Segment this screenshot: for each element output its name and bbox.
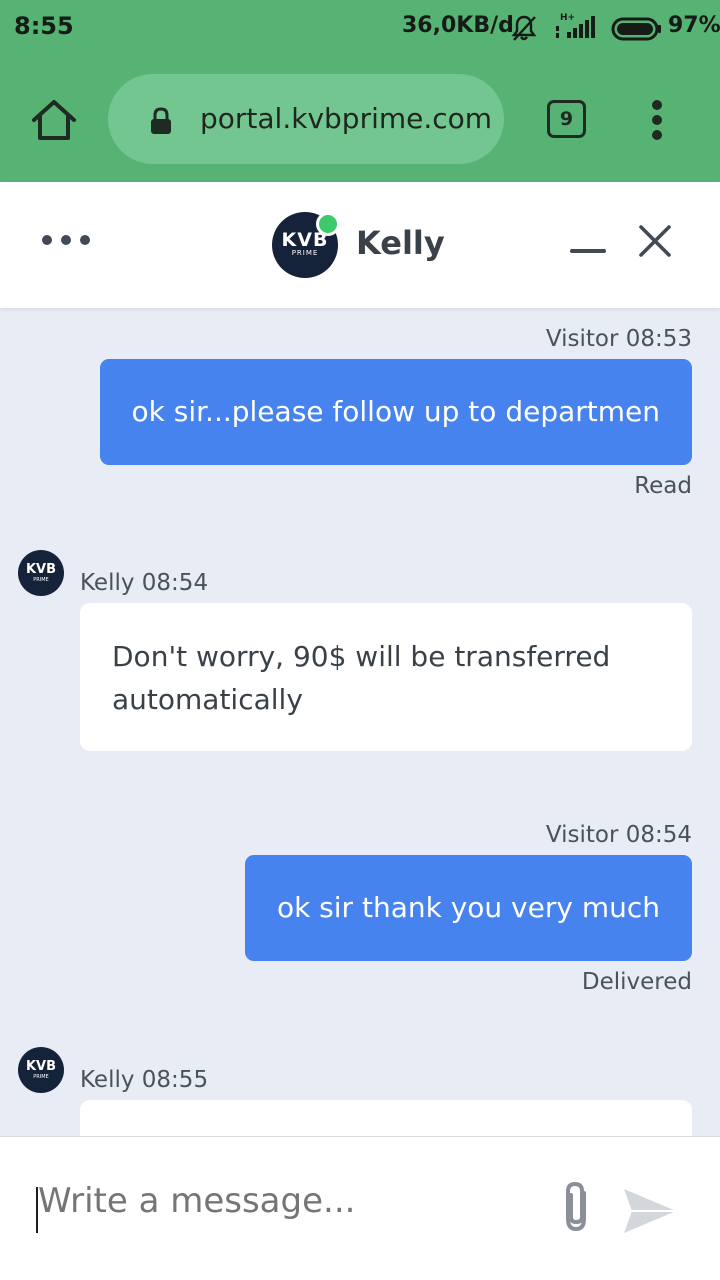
incoming-message: Don't worry, 90$ will be transferred aut…: [80, 603, 692, 751]
chat-header: KVB PRIME Kelly: [0, 182, 720, 308]
brand-logo-text: KVB: [25, 1059, 57, 1074]
home-icon[interactable]: [30, 98, 78, 142]
silent-bell-icon: [511, 15, 537, 41]
agent-avatar-small: KVB PRIME: [18, 550, 64, 596]
more-options-icon[interactable]: [38, 232, 94, 248]
send-icon[interactable]: [620, 1185, 680, 1237]
tab-switcher-button[interactable]: 9: [547, 100, 586, 138]
paperclip-icon[interactable]: [556, 1179, 596, 1235]
brand-logo-subtext: PRIME: [33, 577, 49, 583]
brand-logo-subtext: PRIME: [33, 1074, 49, 1080]
message-list[interactable]: Visitor 08:53 ok sir...please follow up …: [0, 308, 720, 1136]
browser-toolbar: portal.kvbprime.com 9: [0, 56, 720, 182]
url-bar[interactable]: portal.kvbprime.com: [108, 74, 504, 164]
lock-icon: [151, 107, 171, 134]
agent-avatar-small: KVB PRIME: [18, 1047, 64, 1093]
brand-logo-subtext: PRIME: [291, 249, 319, 257]
agent-name: Kelly: [356, 224, 445, 262]
network-speed: 36,0KB/d: [402, 13, 514, 38]
url-text[interactable]: portal.kvbprime.com: [200, 102, 500, 135]
message-meta: Kelly 08:55: [80, 1067, 209, 1093]
message-status: Read: [634, 473, 692, 499]
message-meta: Kelly 08:54: [80, 570, 209, 596]
message-input[interactable]: [38, 1181, 518, 1221]
message-meta: Visitor 08:54: [545, 822, 692, 848]
message-status: Delivered: [581, 969, 692, 995]
close-icon[interactable]: [636, 222, 674, 260]
outgoing-message: ok sir thank you very much: [244, 855, 692, 961]
minimize-icon[interactable]: [568, 238, 608, 262]
message-composer: [0, 1136, 720, 1280]
message-meta: Visitor 08:53: [545, 326, 692, 352]
battery-icon: [611, 17, 661, 41]
svg-text:H+: H+: [560, 13, 575, 23]
incoming-message: [80, 1100, 692, 1136]
signal-icon: H+: [556, 13, 595, 38]
battery-percent: 97%: [668, 13, 720, 38]
overflow-menu-icon[interactable]: [647, 98, 667, 142]
status-time: 8:55: [14, 12, 74, 40]
outgoing-message: ok sir...please follow up to departmen: [99, 359, 692, 465]
brand-logo-text: KVB: [25, 562, 57, 577]
status-bar: 8:55 36,0KB/d H+ 97%: [0, 0, 720, 56]
online-status-dot: [316, 212, 340, 236]
